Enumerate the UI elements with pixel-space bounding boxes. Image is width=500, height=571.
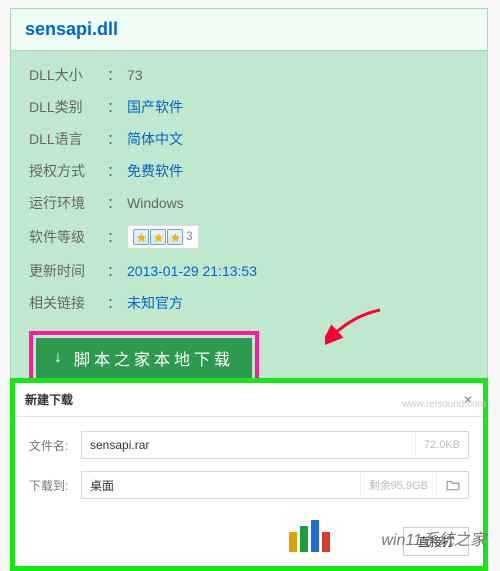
language-value[interactable]: 简体中文 <box>127 129 183 149</box>
page-title: sensapi.dll <box>25 19 473 40</box>
folder-icon <box>446 479 460 491</box>
license-label: 授权方式 <box>29 161 107 181</box>
star-icon <box>167 229 183 245</box>
remaining-space: 剩余95.9GB <box>360 472 436 498</box>
size-label: DLL大小 <box>29 65 107 85</box>
saveto-label: 下载到: <box>29 477 81 494</box>
star-icon <box>150 229 166 245</box>
filename-label: 文件名: <box>29 437 81 454</box>
download-highlight: ↓ 脚本之家本地下载 <box>29 331 259 385</box>
download-button-label: 脚本之家本地下载 <box>74 346 234 370</box>
env-label: 运行环境 <box>29 193 107 213</box>
updated-value: 2013-01-29 21:13:53 <box>127 263 257 279</box>
filename-input[interactable] <box>82 432 415 458</box>
dialog-title: 新建下载 <box>25 391 73 408</box>
env-value: Windows <box>127 195 184 211</box>
info-list: DLL大小 ： 73 DLL类别 ： 国产软件 DLL语言 ： 简体中文 授权方… <box>11 51 487 401</box>
star-icon <box>133 229 149 245</box>
download-button[interactable]: ↓ 脚本之家本地下载 <box>36 338 252 378</box>
rating-label: 软件等级 <box>29 227 107 247</box>
direct-open-button[interactable]: 直接打 <box>403 527 469 556</box>
updated-label: 更新时间 <box>29 261 107 281</box>
related-link[interactable]: 未知官方 <box>127 293 183 313</box>
rating-stars: 3 <box>127 225 199 249</box>
category-value[interactable]: 国产软件 <box>127 97 183 117</box>
related-label: 相关链接 <box>29 293 107 313</box>
saveto-value: 桌面 <box>82 477 360 494</box>
browse-folder-button[interactable] <box>436 472 468 498</box>
language-label: DLL语言 <box>29 129 107 149</box>
dialog-close-button[interactable]: ✕ <box>463 393 473 407</box>
license-value[interactable]: 免费软件 <box>127 161 183 181</box>
download-arrow-icon: ↓ <box>54 349 66 367</box>
download-dialog: 新建下载 ✕ 文件名: 72.0KB 下载到: 桌面 剩余95.9GB 直接打 <box>10 378 488 571</box>
size-value: 73 <box>127 67 143 83</box>
category-label: DLL类别 <box>29 97 107 117</box>
filesize-text: 72.0KB <box>415 432 468 458</box>
star-count: 3 <box>186 229 193 245</box>
